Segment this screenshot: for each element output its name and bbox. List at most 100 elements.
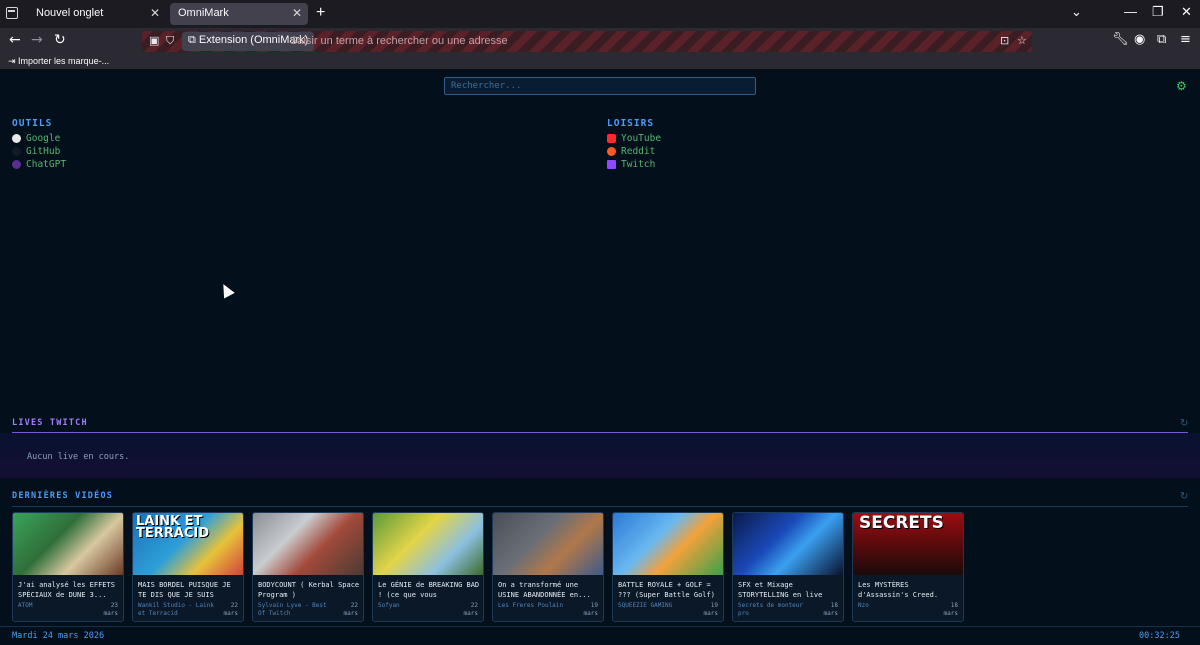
reload-icon[interactable]: ↻ (54, 32, 66, 48)
link-label: YouTube (621, 133, 662, 144)
link-label: Twitch (621, 159, 656, 170)
links-list-outils: Google GitHub ChatGPT (12, 132, 66, 171)
refresh-icon[interactable]: ↻ (1180, 491, 1188, 502)
link-label: Google (26, 133, 61, 144)
video-channel: ATOM (18, 602, 33, 609)
video-date: 23 mars (103, 602, 118, 617)
video-title: Les MYSTÈRES d'Assassin's Creed. (858, 581, 939, 599)
import-bookmarks-button[interactable]: ⇥ Importer les marque-... (8, 56, 109, 67)
tab-nouvel-onglet[interactable]: Nouvel onglet ✕ (28, 3, 166, 25)
back-icon[interactable]: ← (9, 32, 21, 48)
import-icon: ⇥ (8, 56, 19, 66)
links-list-loisirs: YouTube Reddit Twitch (607, 132, 661, 171)
bookmarks-toolbar: ⇥ Importer les marque-... (0, 54, 1200, 70)
video-card[interactable]: BODYCOUNT ( Kerbal Space Program ) Sylva… (252, 512, 364, 622)
video-channel: Wankil Studio - Laink et Terracid (138, 602, 214, 617)
video-thumbnail (493, 513, 603, 575)
robot-icon[interactable]: ▣ (149, 34, 159, 47)
link-label: ChatGPT (26, 159, 67, 170)
account-icon[interactable]: ◉ (1134, 32, 1145, 47)
video-title: On a transformé une USINE ABANDONNÉE en.… (498, 581, 591, 599)
extensions-icon[interactable]: ⧉ (1157, 32, 1166, 47)
navigation-bar: ← → ↻ ▣ ⛉ ⧉ Extension (OmniMark) Saisir … (0, 28, 1200, 54)
chatgpt-icon (12, 160, 21, 169)
video-channel: Sylvain Lyve - Best Of Twitch (258, 602, 327, 617)
import-bookmarks-label: Importer les marque-... (18, 56, 110, 66)
divider (12, 506, 1188, 507)
chevron-down-icon[interactable]: ⌄ (1071, 4, 1082, 20)
close-tab-icon[interactable]: ✕ (150, 6, 160, 20)
video-title: BATTLE ROYALE + GOLF = ??? (Super Battle… (618, 581, 715, 599)
menu-icon[interactable]: ≡ (1180, 32, 1191, 47)
new-tab-button[interactable]: + (316, 4, 325, 22)
video-date: 19 mars (703, 602, 718, 617)
divider (0, 626, 1200, 627)
search-input[interactable] (444, 77, 756, 95)
video-thumbnail: SECRETS (853, 513, 963, 575)
gear-icon[interactable]: ⚙ (1176, 80, 1187, 92)
footer-clock: 00:32:25 (1139, 631, 1180, 641)
video-thumbnail (13, 513, 123, 575)
video-channel: Sofyan (378, 602, 400, 609)
link-label: GitHub (26, 146, 61, 157)
video-channel: SQUEEZIE GAMING (618, 602, 673, 609)
link-github[interactable]: GitHub (12, 145, 66, 158)
category-title-loisirs: LOISIRS (607, 118, 655, 129)
close-window-icon[interactable]: ✕ (1181, 4, 1192, 20)
videos-section-title: DERNIÈRES VIDÉOS (12, 491, 114, 501)
thumbnail-text: LAINK ET TERRACID (136, 514, 209, 541)
video-date: 22 mars (463, 602, 478, 617)
lives-section-title: LIVES TWITCH (12, 418, 88, 428)
link-chatgpt[interactable]: ChatGPT (12, 158, 66, 171)
link-label: Reddit (621, 146, 656, 157)
mouse-cursor (218, 281, 235, 299)
thumbnail-text: SECRETS (859, 513, 944, 533)
puzzle-icon: ⧉ (188, 34, 199, 46)
video-card[interactable]: LAINK ET TERRACID MAIS BORDEL PUISQUE JE… (132, 512, 244, 622)
minimize-icon[interactable]: — (1124, 4, 1137, 19)
lives-panel (0, 433, 1200, 478)
restore-icon[interactable]: ❐ (1152, 4, 1164, 20)
footer-date: Mardi 24 mars 2026 (12, 631, 105, 641)
video-date: 22 mars (343, 602, 358, 617)
video-card[interactable]: J'ai analysé les EFFETS SPÉCIAUX de DUNE… (12, 512, 124, 622)
link-youtube[interactable]: YouTube (607, 132, 661, 145)
video-title: J'ai analysé les EFFETS SPÉCIAUX de DUNE… (18, 581, 115, 599)
video-card[interactable]: SECRETS Les MYSTÈRES d'Assassin's Creed.… (852, 512, 964, 622)
wrench-icon[interactable]: 🔧︎ (1112, 32, 1129, 47)
video-channel: Secrets de monteur pro (738, 602, 804, 617)
forward-icon[interactable]: → (31, 32, 43, 48)
video-thumbnail (613, 513, 723, 575)
youtube-icon (607, 134, 616, 143)
shield-icon[interactable]: ⛉ (166, 34, 174, 48)
video-thumbnail (373, 513, 483, 575)
video-date: 18 mars (943, 602, 958, 617)
lives-empty-message: Aucun live en cours. (27, 452, 130, 462)
twitch-icon (607, 160, 616, 169)
video-card[interactable]: SFX et Mixage STORYTELLING en live Secre… (732, 512, 844, 622)
video-title: SFX et Mixage STORYTELLING en live (738, 581, 823, 599)
category-title-outils: OUTILS (12, 118, 53, 129)
download-icon[interactable]: ⊡ (1000, 34, 1009, 47)
video-title: MAIS BORDEL PUISQUE JE TE DIS QUE JE SUI… (138, 581, 231, 599)
star-icon[interactable]: ☆ (1017, 34, 1027, 47)
video-thumbnail (733, 513, 843, 575)
google-icon (12, 134, 21, 143)
github-icon (12, 147, 21, 156)
tab-list-icon[interactable] (6, 7, 18, 19)
refresh-icon[interactable]: ↻ (1180, 418, 1188, 429)
close-tab-icon[interactable]: ✕ (292, 6, 302, 20)
link-google[interactable]: Google (12, 132, 66, 145)
url-input[interactable]: Saisir un terme à rechercher ou une adre… (290, 35, 508, 47)
tab-label: OmniMark (178, 7, 229, 19)
url-bar[interactable]: ▣ ⛉ ⧉ Extension (OmniMark) Saisir un ter… (142, 31, 1032, 52)
link-reddit[interactable]: Reddit (607, 145, 661, 158)
tab-omnimark[interactable]: OmniMark ✕ (170, 3, 308, 25)
video-date: 18 mars (823, 602, 838, 617)
video-card[interactable]: Le GÉNIE de BREAKING BAD ! (ce que vous … (372, 512, 484, 622)
video-card[interactable]: BATTLE ROYALE + GOLF = ??? (Super Battle… (612, 512, 724, 622)
link-twitch[interactable]: Twitch (607, 158, 661, 171)
tab-bar: Nouvel onglet ✕ OmniMark ✕ + ⌄ — ❐ ✕ (0, 0, 1200, 28)
video-title: Le GÉNIE de BREAKING BAD ! (ce que vous … (378, 581, 480, 599)
video-card[interactable]: On a transformé une USINE ABANDONNÉE en.… (492, 512, 604, 622)
